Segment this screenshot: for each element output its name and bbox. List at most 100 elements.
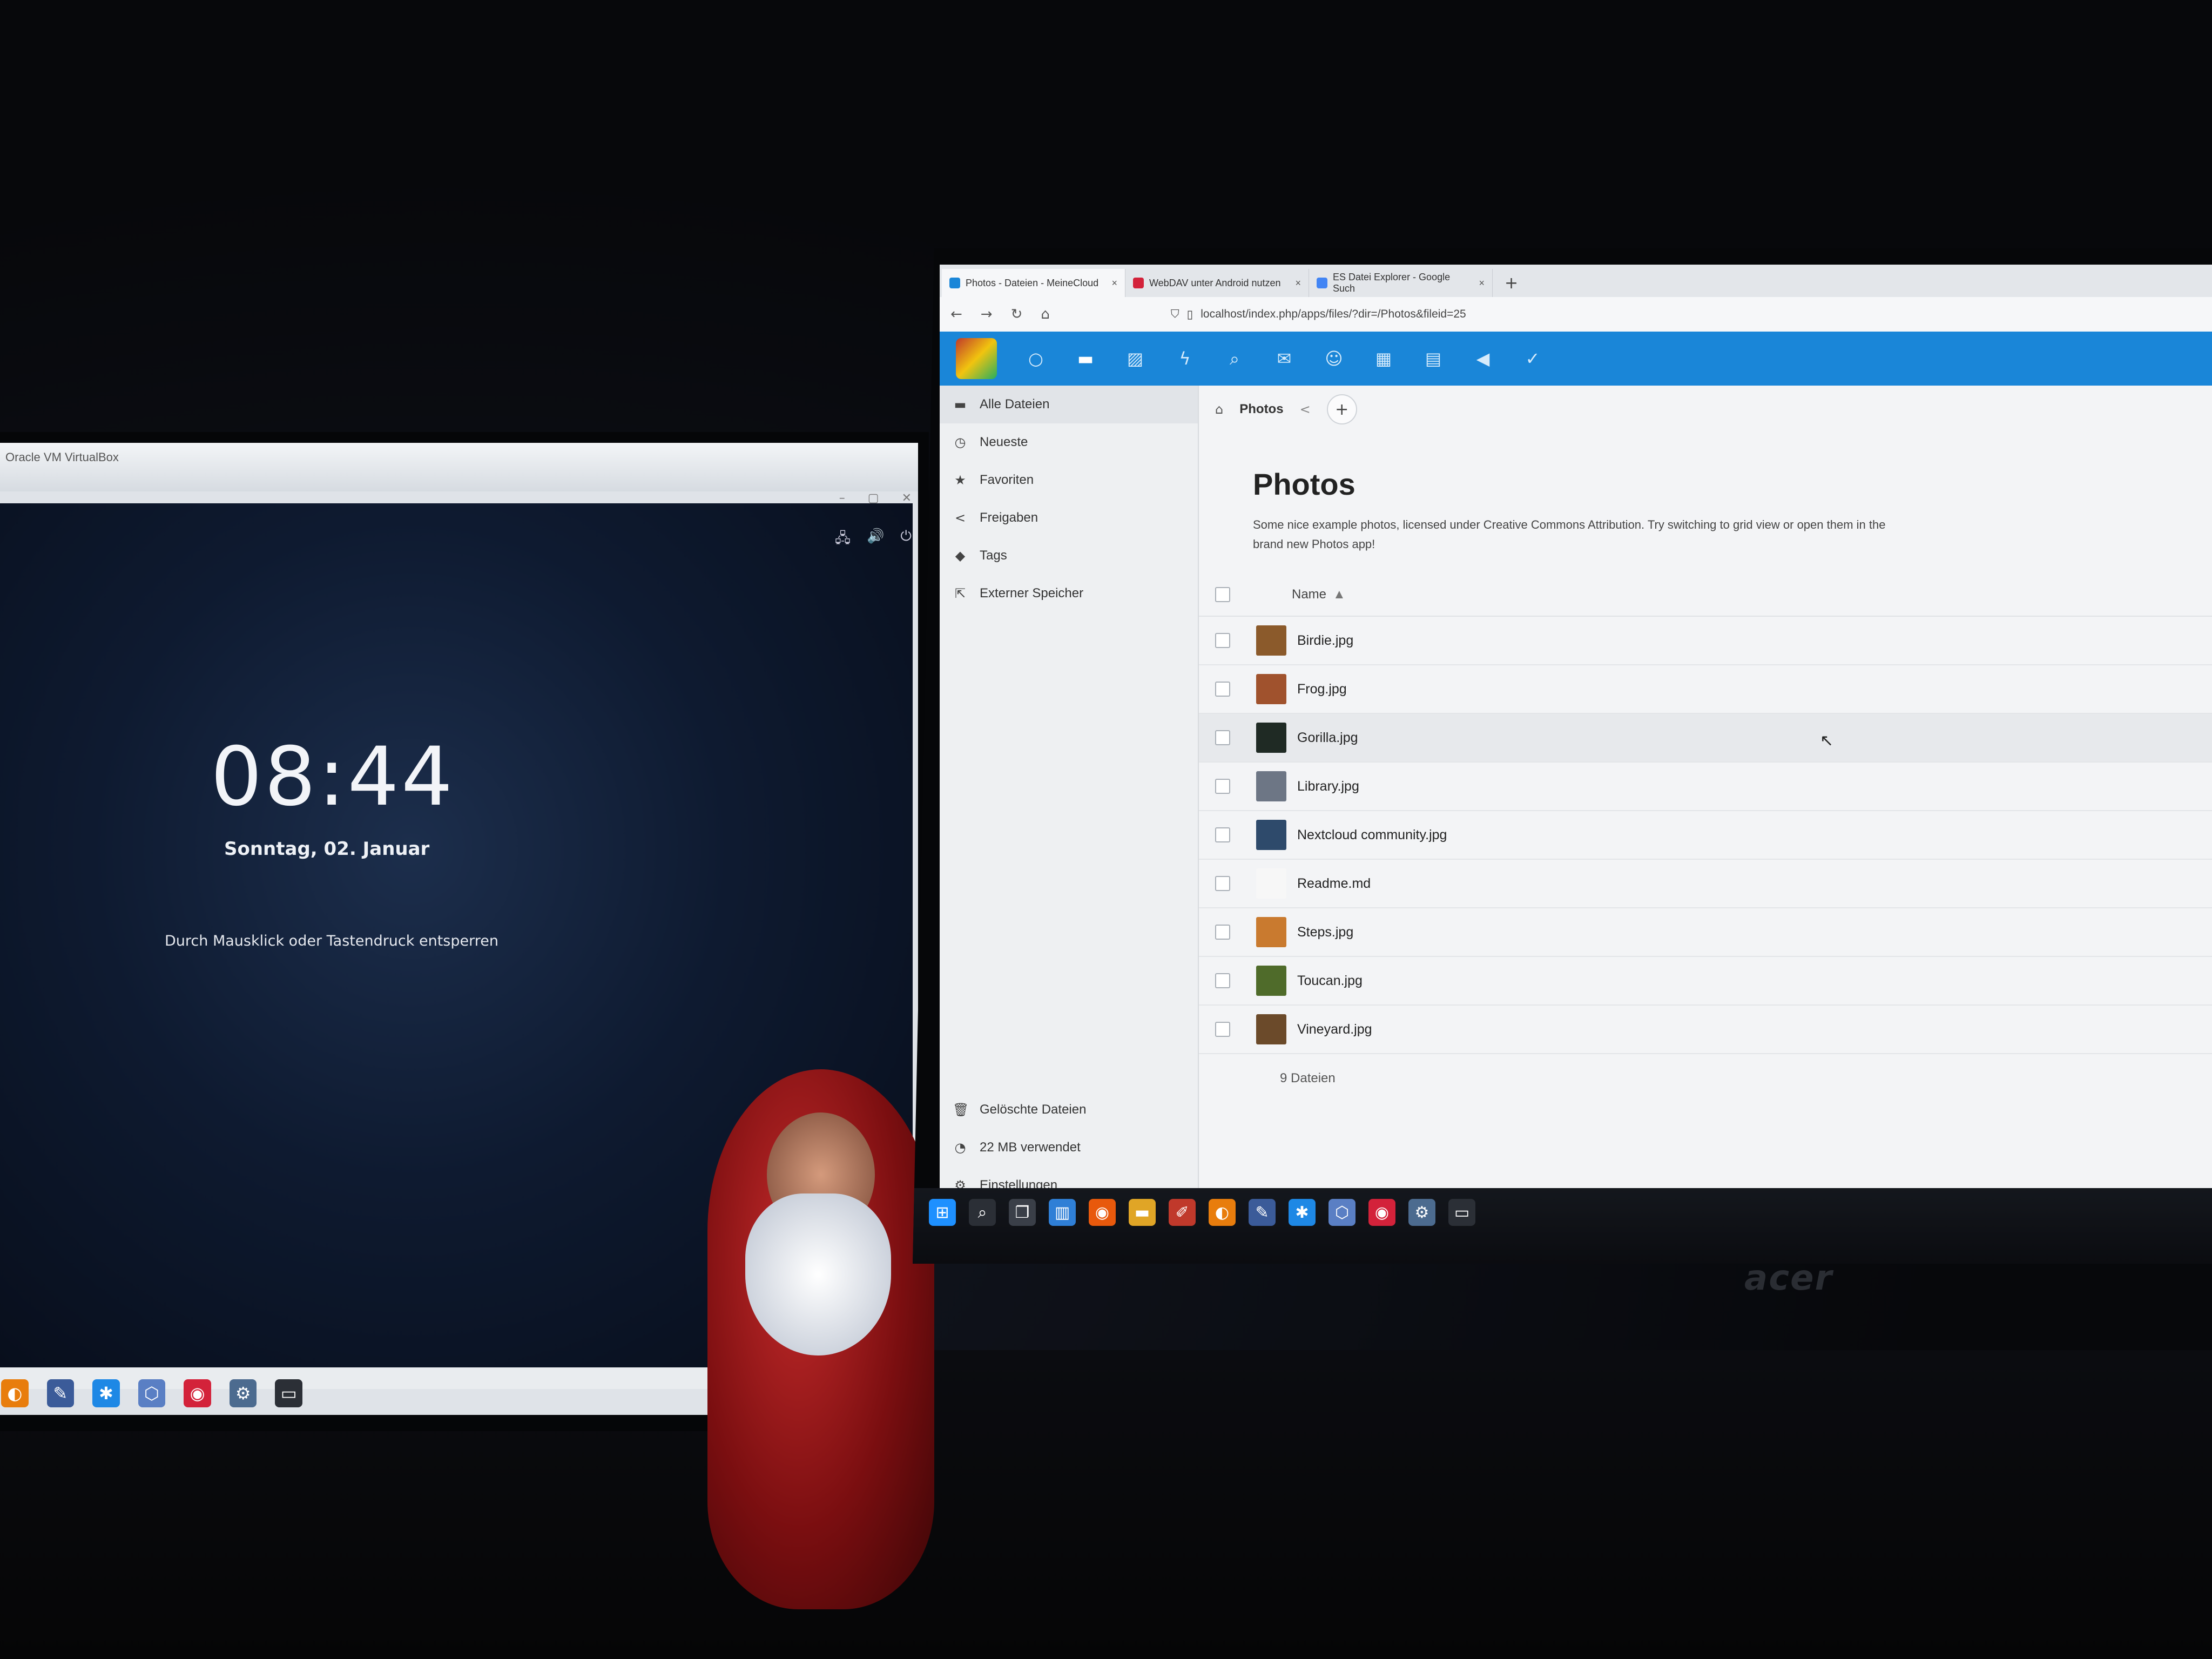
file-row[interactable]: Readme.md bbox=[1199, 860, 2212, 908]
network-icon[interactable]: 🖧 bbox=[835, 528, 851, 552]
file-checkbox[interactable] bbox=[1215, 730, 1230, 745]
url-bar[interactable]: ⛉ ▯ localhost/index.php/apps/files/?dir=… bbox=[1171, 308, 1466, 321]
file-row[interactable]: Frog.jpg bbox=[1199, 665, 2212, 714]
file-name[interactable]: Frog.jpg bbox=[1297, 682, 1347, 697]
file-checkbox[interactable] bbox=[1215, 876, 1230, 891]
right-monitor: Photos - Dateien - MeineCloud × WebDAV unt… bbox=[913, 248, 2212, 1264]
file-name[interactable]: Library.jpg bbox=[1297, 779, 1359, 794]
file-name[interactable]: Toucan.jpg bbox=[1297, 973, 1363, 989]
file-checkbox[interactable] bbox=[1215, 827, 1230, 842]
shield-icon[interactable]: ⛉ bbox=[1171, 308, 1179, 321]
paint-icon[interactable]: ✐ bbox=[1169, 1199, 1196, 1226]
reload-button[interactable]: ↻ bbox=[1011, 306, 1023, 322]
windows-start-icon[interactable]: ⊞ bbox=[929, 1199, 956, 1226]
virtualbox-icon[interactable]: ⬡ bbox=[138, 1379, 166, 1407]
virtualbox-icon[interactable]: ⬡ bbox=[1328, 1199, 1355, 1226]
file-row[interactable]: Birdie.jpg bbox=[1199, 617, 2212, 665]
dashboard-app-icon[interactable]: ○ bbox=[1025, 348, 1047, 369]
tab-close-icon[interactable]: × bbox=[1111, 278, 1117, 289]
settings-icon[interactable]: ⚙ bbox=[229, 1379, 257, 1407]
file-row[interactable]: Vineyard.jpg bbox=[1199, 1006, 2212, 1054]
search-app-icon[interactable]: ⌕ bbox=[1224, 348, 1245, 369]
file-checkbox[interactable] bbox=[1215, 973, 1230, 988]
file-checkbox[interactable] bbox=[1215, 779, 1230, 794]
widgets-icon[interactable]: ▥ bbox=[1049, 1199, 1076, 1226]
photos-app-icon[interactable]: ▨ bbox=[1124, 348, 1146, 369]
files-app-icon[interactable]: ▬ bbox=[1075, 348, 1096, 369]
sidebar-footer-item[interactable]: 🗑 Gelöschte Dateien bbox=[940, 1091, 1198, 1129]
home-icon[interactable]: ⌂ bbox=[1215, 402, 1223, 417]
new-tab-button[interactable]: + bbox=[1493, 269, 1530, 297]
share-icon[interactable]: < bbox=[1300, 402, 1311, 417]
app-red-icon[interactable]: ◉ bbox=[184, 1379, 211, 1407]
file-row[interactable]: Toucan.jpg bbox=[1199, 957, 2212, 1006]
tab-favicon-icon bbox=[1133, 278, 1144, 288]
sidebar-item[interactable]: ▬ Alle Dateien bbox=[940, 386, 1198, 423]
name-column-header[interactable]: Name bbox=[1292, 587, 1326, 602]
sidebar-footer: 🗑 Gelöschte Dateien ◔ 22 MB verwendet ⚙ Einst… bbox=[940, 1091, 1198, 1204]
lock-screen-hint: Durch Mausklick oder Tastendruck entsper… bbox=[165, 933, 498, 949]
file-name[interactable]: Vineyard.jpg bbox=[1297, 1022, 1372, 1037]
file-row[interactable]: Library.jpg bbox=[1199, 763, 2212, 811]
file-row[interactable]: Gorilla.jpg bbox=[1199, 714, 2212, 763]
new-button[interactable]: + bbox=[1326, 394, 1357, 424]
network-app-icon[interactable]: ✱ bbox=[1289, 1199, 1316, 1226]
calendar-app-icon[interactable]: ▦ bbox=[1373, 348, 1394, 369]
blender-icon[interactable]: ◐ bbox=[1209, 1199, 1236, 1226]
blender-icon[interactable]: ◐ bbox=[1, 1379, 29, 1407]
file-name[interactable]: Readme.md bbox=[1297, 876, 1371, 892]
app-red-icon[interactable]: ◉ bbox=[1368, 1199, 1395, 1226]
sidebar-item[interactable]: ◷ Neueste bbox=[940, 423, 1198, 461]
contacts-app-icon[interactable]: ☺ bbox=[1323, 348, 1345, 369]
task-view-icon[interactable]: ❐ bbox=[1009, 1199, 1036, 1226]
file-checkbox[interactable] bbox=[1215, 1022, 1230, 1037]
file-table: Name ▲ Birdie.jpg Frog.jpg Gorilla.jpg Libr… bbox=[1199, 574, 2212, 1103]
file-row[interactable]: Steps.jpg bbox=[1199, 908, 2212, 957]
browser-tab[interactable]: Photos - Dateien - MeineCloud × bbox=[942, 269, 1125, 297]
sidebar-item[interactable]: ◆ Tags bbox=[940, 537, 1198, 575]
browser-tab[interactable]: WebDAV unter Android nutzen × bbox=[1125, 269, 1309, 297]
nextcloud-logo[interactable] bbox=[956, 338, 997, 379]
deck-app-icon[interactable]: ▤ bbox=[1422, 348, 1444, 369]
file-name[interactable]: Steps.jpg bbox=[1297, 925, 1353, 940]
sidebar-item[interactable]: ★ Favoriten bbox=[940, 461, 1198, 499]
network-app-icon[interactable]: ✱ bbox=[92, 1379, 120, 1407]
announcements-app-icon[interactable]: ◀ bbox=[1472, 348, 1494, 369]
forward-button[interactable]: → bbox=[981, 306, 993, 322]
file-rows: Birdie.jpg Frog.jpg Gorilla.jpg Library.jpg… bbox=[1199, 617, 2212, 1054]
tasks-app-icon[interactable]: ✓ bbox=[1522, 348, 1543, 369]
sidebar-item[interactable]: ⇱ Externer Speicher bbox=[940, 575, 1198, 612]
inkscape-icon[interactable]: ✎ bbox=[46, 1379, 75, 1407]
file-name[interactable]: Nextcloud community.jpg bbox=[1297, 827, 1447, 843]
file-row[interactable]: Nextcloud community.jpg bbox=[1199, 811, 2212, 860]
search-icon[interactable]: ⌕ bbox=[969, 1199, 996, 1226]
sidebar-item[interactable]: < Freigaben bbox=[940, 499, 1198, 537]
file-checkbox[interactable] bbox=[1215, 633, 1230, 648]
inkscape-icon[interactable]: ✎ bbox=[1249, 1199, 1276, 1226]
virtualbox-title: Oracle VM VirtualBox bbox=[5, 450, 119, 464]
browser-tab[interactable]: ES Datei Explorer - Google Such × bbox=[1309, 269, 1493, 297]
select-all-checkbox[interactable] bbox=[1215, 587, 1230, 602]
settings-icon[interactable]: ⚙ bbox=[1408, 1199, 1435, 1226]
home-button[interactable]: ⌂ bbox=[1041, 306, 1050, 322]
breadcrumb-photos[interactable]: Photos bbox=[1239, 402, 1283, 417]
url-text[interactable]: localhost/index.php/apps/files/?dir=/Pho… bbox=[1201, 308, 1466, 321]
firefox-icon[interactable]: ◉ bbox=[1089, 1199, 1116, 1226]
file-name[interactable]: Gorilla.jpg bbox=[1297, 730, 1358, 746]
file-checkbox[interactable] bbox=[1215, 682, 1230, 697]
audio-icon[interactable]: 🔊 bbox=[867, 528, 884, 552]
explorer-icon[interactable]: ▬ bbox=[1129, 1199, 1156, 1226]
activity-app-icon[interactable]: ϟ bbox=[1174, 348, 1196, 369]
virtualbox-titlebar[interactable]: Oracle VM VirtualBox bbox=[0, 443, 918, 491]
tab-close-icon[interactable]: × bbox=[1479, 278, 1485, 289]
terminal-icon[interactable]: ▭ bbox=[275, 1379, 303, 1407]
power-icon[interactable]: ⏻ bbox=[900, 528, 912, 552]
file-name[interactable]: Birdie.jpg bbox=[1297, 633, 1353, 649]
file-checkbox[interactable] bbox=[1215, 925, 1230, 940]
tab-close-icon[interactable]: × bbox=[1295, 278, 1301, 289]
back-button[interactable]: ← bbox=[950, 306, 962, 322]
file-thumbnail bbox=[1256, 868, 1286, 899]
terminal-icon[interactable]: ▭ bbox=[1448, 1199, 1475, 1226]
sidebar-footer-item[interactable]: ◔ 22 MB verwendet bbox=[940, 1129, 1198, 1166]
mail-app-icon[interactable]: ✉ bbox=[1273, 348, 1295, 369]
